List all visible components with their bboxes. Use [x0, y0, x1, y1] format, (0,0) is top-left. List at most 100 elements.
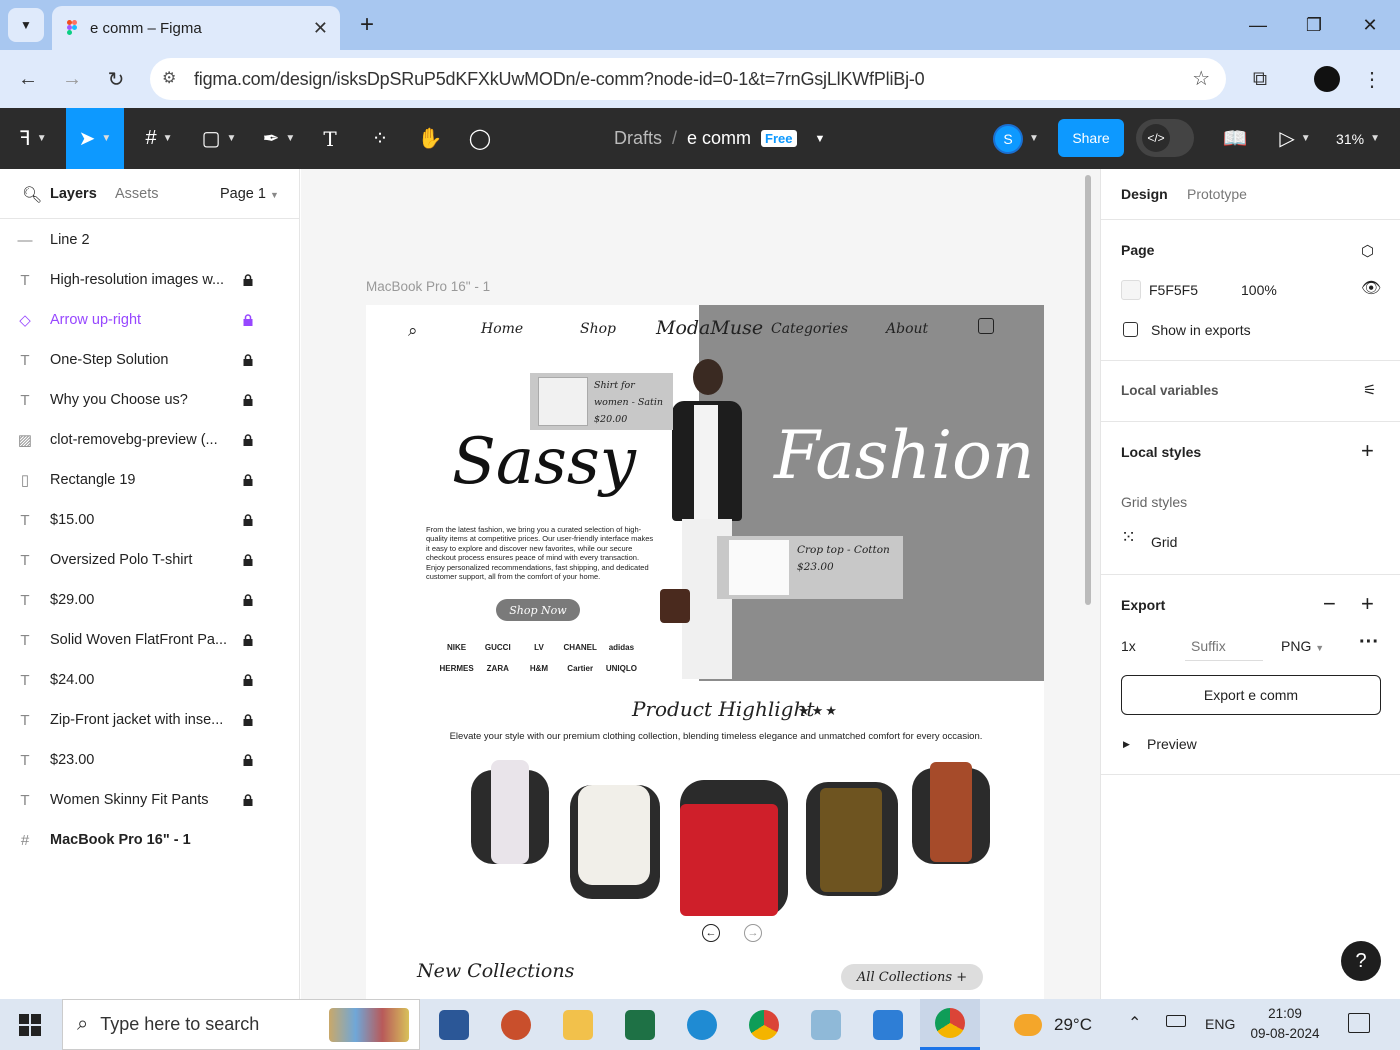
- layer-row[interactable]: T $24.00: [0, 660, 299, 700]
- preview-label[interactable]: Preview: [1147, 736, 1197, 752]
- layer-row[interactable]: — Line 2: [0, 220, 299, 260]
- tab-search-button[interactable]: ▼: [8, 8, 44, 42]
- language-indicator[interactable]: ENG: [1205, 1016, 1235, 1032]
- text-tool-button[interactable]: T: [312, 108, 348, 169]
- lock-icon[interactable]: [242, 794, 254, 806]
- page-opacity[interactable]: 100%: [1241, 282, 1277, 298]
- lock-icon[interactable]: [242, 554, 254, 566]
- lock-icon[interactable]: [242, 434, 254, 446]
- battery-icon[interactable]: [1166, 1015, 1186, 1027]
- lock-icon[interactable]: [242, 314, 254, 326]
- pen-tool-button[interactable]: ✒ ▼: [252, 108, 306, 169]
- lock-icon[interactable]: [242, 594, 254, 606]
- layer-row[interactable]: T Oversized Polo T-shirt: [0, 540, 299, 580]
- styles-hexagon-icon[interactable]: ⬡: [1361, 242, 1374, 260]
- tab-assets[interactable]: Assets: [115, 186, 159, 202]
- main-menu-button[interactable]: ꟻ ▼: [8, 108, 58, 169]
- lock-icon[interactable]: [242, 674, 254, 686]
- export-button[interactable]: Export e comm: [1121, 675, 1381, 715]
- url-field[interactable]: ⚙ figma.com/design/isksDpSRuP5dKFXkUwMOD…: [150, 58, 1226, 100]
- taskbar-search-box[interactable]: ⌕ Type here to search: [62, 999, 420, 1050]
- reload-icon[interactable]: ↻: [96, 58, 136, 100]
- export-options-icon[interactable]: ···: [1359, 631, 1379, 654]
- bookmark-star-icon[interactable]: ☆: [1192, 66, 1210, 91]
- lock-icon[interactable]: [242, 274, 254, 286]
- lock-icon[interactable]: [242, 634, 254, 646]
- weather-widget[interactable]: 29°C: [1014, 999, 1092, 1050]
- page-color-swatch[interactable]: [1121, 280, 1141, 300]
- lock-icon[interactable]: [242, 394, 254, 406]
- canvas[interactable]: MacBook Pro 16" - 1 ⌕ Home Shop ModaMuse…: [301, 169, 1100, 999]
- frame-label[interactable]: MacBook Pro 16" - 1: [366, 279, 490, 294]
- layer-row[interactable]: T Zip-Front jacket with inse...: [0, 700, 299, 740]
- layer-row[interactable]: T Solid Woven FlatFront Pa...: [0, 620, 299, 660]
- page-color-hex[interactable]: F5F5F5: [1149, 282, 1198, 298]
- taskbar-edge[interactable]: [672, 999, 732, 1050]
- browser-tab[interactable]: e comm – Figma ✕: [52, 6, 340, 50]
- variables-settings-icon[interactable]: ⚟: [1363, 381, 1376, 399]
- layer-row[interactable]: T Why you Choose us?: [0, 380, 299, 420]
- site-settings-icon[interactable]: ⚙: [162, 68, 176, 88]
- extensions-icon[interactable]: ⧉: [1240, 58, 1280, 100]
- notifications-icon[interactable]: [1348, 1013, 1370, 1033]
- tab-design[interactable]: Design: [1121, 186, 1168, 202]
- layer-row[interactable]: T $29.00: [0, 580, 299, 620]
- tab-close-icon[interactable]: ✕: [313, 18, 328, 39]
- lock-icon[interactable]: [242, 754, 254, 766]
- library-button[interactable]: 📖: [1218, 108, 1252, 169]
- minimize-icon[interactable]: —: [1230, 0, 1286, 50]
- profile-avatar[interactable]: [1314, 66, 1340, 92]
- taskbar-photos[interactable]: [858, 999, 918, 1050]
- lock-icon[interactable]: [242, 714, 254, 726]
- tab-layers[interactable]: Layers: [50, 186, 97, 202]
- hand-tool-button[interactable]: ✋: [412, 108, 448, 169]
- help-button[interactable]: ?: [1341, 941, 1381, 981]
- lock-icon[interactable]: [242, 354, 254, 366]
- back-icon[interactable]: ←: [8, 58, 48, 100]
- export-scale[interactable]: 1x: [1121, 638, 1136, 654]
- layer-row[interactable]: T $15.00: [0, 500, 299, 540]
- layer-row[interactable]: T One-Step Solution: [0, 340, 299, 380]
- layer-row[interactable]: # MacBook Pro 16" - 1: [0, 820, 299, 860]
- new-tab-button[interactable]: +: [352, 8, 382, 42]
- taskbar-powerpoint[interactable]: [486, 999, 546, 1050]
- forward-icon[interactable]: →: [52, 58, 92, 100]
- grid-style-item[interactable]: Grid: [1151, 534, 1177, 550]
- move-tool-button[interactable]: ➤ ▼: [66, 108, 124, 169]
- browser-menu-icon[interactable]: ⋮: [1352, 58, 1392, 100]
- taskbar-word[interactable]: [424, 999, 484, 1050]
- remove-export-icon[interactable]: −: [1323, 591, 1336, 617]
- search-layers-icon[interactable]: 🔍︎: [22, 185, 42, 205]
- breadcrumb-drafts[interactable]: Drafts: [614, 128, 662, 149]
- close-window-icon[interactable]: ✕: [1342, 0, 1398, 50]
- layer-row[interactable]: T Women Skinny Fit Pants: [0, 780, 299, 820]
- local-variables-label[interactable]: Local variables: [1121, 383, 1219, 398]
- file-menu-chevron-icon[interactable]: ▼: [815, 133, 826, 145]
- zoom-menu[interactable]: 31% ▼: [1328, 108, 1388, 169]
- taskbar-chrome-active[interactable]: [920, 999, 980, 1050]
- shape-tool-button[interactable]: ▢ ▼: [192, 108, 246, 169]
- design-frame[interactable]: ⌕ Home Shop ModaMuse Categories About Sh…: [366, 305, 1044, 999]
- share-button[interactable]: Share: [1058, 119, 1124, 157]
- export-suffix-input[interactable]: [1185, 631, 1263, 661]
- start-button[interactable]: [0, 999, 60, 1050]
- add-style-icon[interactable]: +: [1361, 438, 1374, 464]
- export-format-select[interactable]: PNG ▼: [1281, 638, 1324, 654]
- restore-icon[interactable]: ❐: [1286, 0, 1342, 50]
- layer-row[interactable]: ◇ Arrow up-right: [0, 300, 299, 340]
- layer-row[interactable]: ▯ Rectangle 19: [0, 460, 299, 500]
- canvas-scrollbar[interactable]: [1085, 175, 1091, 605]
- taskbar-notes[interactable]: [796, 999, 856, 1050]
- preview-caret-icon[interactable]: ▶: [1123, 739, 1130, 750]
- resources-button[interactable]: ⁘: [362, 108, 398, 169]
- layer-row[interactable]: ▨ clot-removebg-preview (...: [0, 420, 299, 460]
- lock-icon[interactable]: [242, 474, 254, 486]
- lock-icon[interactable]: [242, 514, 254, 526]
- layer-row[interactable]: T $23.00: [0, 740, 299, 780]
- frame-tool-button[interactable]: # ▼: [134, 108, 184, 169]
- taskbar-chrome-profile[interactable]: [734, 999, 794, 1050]
- dev-mode-toggle[interactable]: </>: [1136, 119, 1194, 157]
- show-in-exports-checkbox[interactable]: [1123, 322, 1138, 337]
- present-button[interactable]: ▷ ▼: [1270, 108, 1320, 169]
- comment-tool-button[interactable]: ◯: [462, 108, 498, 169]
